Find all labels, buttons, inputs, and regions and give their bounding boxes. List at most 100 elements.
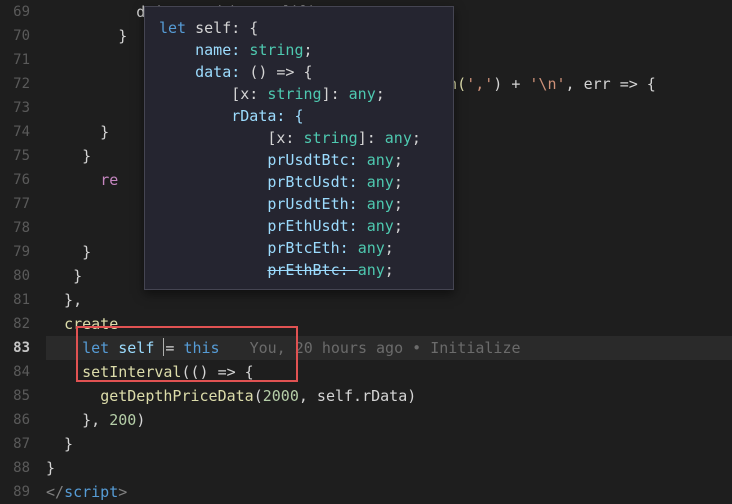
tooltip-token: string <box>267 85 321 103</box>
tooltip-token: [x: <box>267 129 303 147</box>
line-number: 72 <box>0 72 30 96</box>
tooltip-row: prEthUsdt: any; <box>159 215 439 237</box>
code-text: </ <box>46 483 64 501</box>
line-number: 71 <box>0 48 30 72</box>
code-line[interactable]: </script> <box>46 480 732 504</box>
tooltip-token: prUsdtBtc: <box>267 151 366 169</box>
line-number: 78 <box>0 216 30 240</box>
code-text: re <box>100 171 118 189</box>
code-text: self <box>109 339 163 357</box>
code-area[interactable]: dList.push(rData[i]) } .join(',') + '\n'… <box>40 0 732 504</box>
line-number: 69 <box>0 0 30 24</box>
tooltip-token: prBtcEth: <box>267 239 357 257</box>
hover-type-tooltip[interactable]: let self: { name: string; data: () => { … <box>144 6 454 290</box>
line-number: 86 <box>0 408 30 432</box>
tooltip-token: ; <box>394 173 403 191</box>
line-number: 74 <box>0 120 30 144</box>
tooltip-token: any <box>367 217 394 235</box>
line-number: 84 <box>0 360 30 384</box>
tooltip-token: ]: <box>322 85 349 103</box>
line-number: 79 <box>0 240 30 264</box>
tooltip-token: string <box>249 41 303 59</box>
tooltip-token: [x: <box>231 85 267 103</box>
tooltip-token: any <box>358 261 385 279</box>
code-line[interactable]: }, 200) <box>46 408 732 432</box>
code-text: = <box>165 339 183 357</box>
line-number-gutter: 6970717273747576777879808182838485868788… <box>0 0 40 504</box>
code-text: 200 <box>109 411 136 429</box>
tooltip-token: ; <box>385 261 394 279</box>
tooltip-token: name: <box>195 41 249 59</box>
code-text: ) + <box>493 75 529 93</box>
tooltip-token: any <box>367 173 394 191</box>
code-text: } <box>46 459 55 477</box>
tooltip-token: data: <box>195 63 249 81</box>
code-text <box>46 363 82 381</box>
line-number: 88 <box>0 456 30 480</box>
code-line[interactable]: setInterval(() => { <box>46 360 732 384</box>
code-text: '\n' <box>529 75 565 93</box>
code-text <box>46 315 64 333</box>
code-text: } <box>46 147 91 165</box>
tooltip-token: rData: { <box>231 107 303 125</box>
tooltip-token: any <box>349 85 376 103</box>
code-text: } <box>46 435 73 453</box>
code-text: } <box>46 123 109 141</box>
tooltip-token: ; <box>394 217 403 235</box>
tooltip-row: prBtcUsdt: any; <box>159 171 439 193</box>
tooltip-row: prUsdtBtc: any; <box>159 149 439 171</box>
code-text <box>46 339 82 357</box>
code-text: (() => { <box>181 363 253 381</box>
code-text: 2000 <box>263 387 299 405</box>
line-number: 73 <box>0 96 30 120</box>
tooltip-token: prEthBtc: <box>267 261 357 279</box>
line-number: 82 <box>0 312 30 336</box>
tooltip-token: any <box>367 195 394 213</box>
code-text: ) <box>136 411 145 429</box>
tooltip-token: ; <box>394 195 403 213</box>
line-number: 83 <box>0 336 30 360</box>
line-number: 87 <box>0 432 30 456</box>
tooltip-token: ; <box>385 239 394 257</box>
code-text: getDepthPriceData <box>100 387 254 405</box>
tooltip-token: prBtcUsdt: <box>267 173 366 191</box>
code-text: ',' <box>466 75 493 93</box>
tooltip-token: any <box>367 151 394 169</box>
tooltip-row: data: () => { <box>159 61 439 83</box>
code-editor[interactable]: 6970717273747576777879808182838485868788… <box>0 0 732 504</box>
tooltip-token: any <box>385 129 412 147</box>
code-text: }, <box>46 291 82 309</box>
tooltip-token: ]: <box>358 129 385 147</box>
git-lens-annotation: You, 20 hours ago • Initialize <box>250 339 521 357</box>
code-line[interactable]: } <box>46 456 732 480</box>
code-line[interactable]: create <box>46 312 732 336</box>
tooltip-token: ; <box>394 151 403 169</box>
tooltip-token: () => { <box>249 63 312 81</box>
tooltip-token: ; <box>376 85 385 103</box>
tooltip-token: let <box>159 19 195 37</box>
line-number: 89 <box>0 480 30 504</box>
line-number: 75 <box>0 144 30 168</box>
tooltip-row: [x: string]: any; <box>159 127 439 149</box>
code-text: } <box>46 267 82 285</box>
line-number: 77 <box>0 192 30 216</box>
code-text: let <box>82 339 109 357</box>
tooltip-token: string <box>304 129 358 147</box>
code-line[interactable]: }, <box>46 288 732 312</box>
code-line[interactable]: getDepthPriceData(2000, self.rData) <box>46 384 732 408</box>
tooltip-token: prEthUsdt: <box>267 217 366 235</box>
code-text: this <box>183 339 219 357</box>
code-text: ( <box>254 387 263 405</box>
tooltip-token: any <box>358 239 385 257</box>
code-text: } <box>46 27 127 45</box>
code-text <box>46 387 100 405</box>
line-number: 80 <box>0 264 30 288</box>
tooltip-row: name: string; <box>159 39 439 61</box>
code-line-current[interactable]: let self = this You, 20 hours ago • Initi… <box>46 336 732 360</box>
code-line[interactable]: } <box>46 432 732 456</box>
code-text: }, <box>46 411 109 429</box>
tooltip-token: ; <box>304 41 313 59</box>
code-text: setInterval <box>82 363 181 381</box>
code-text: } <box>46 243 91 261</box>
tooltip-token: ; <box>412 129 421 147</box>
